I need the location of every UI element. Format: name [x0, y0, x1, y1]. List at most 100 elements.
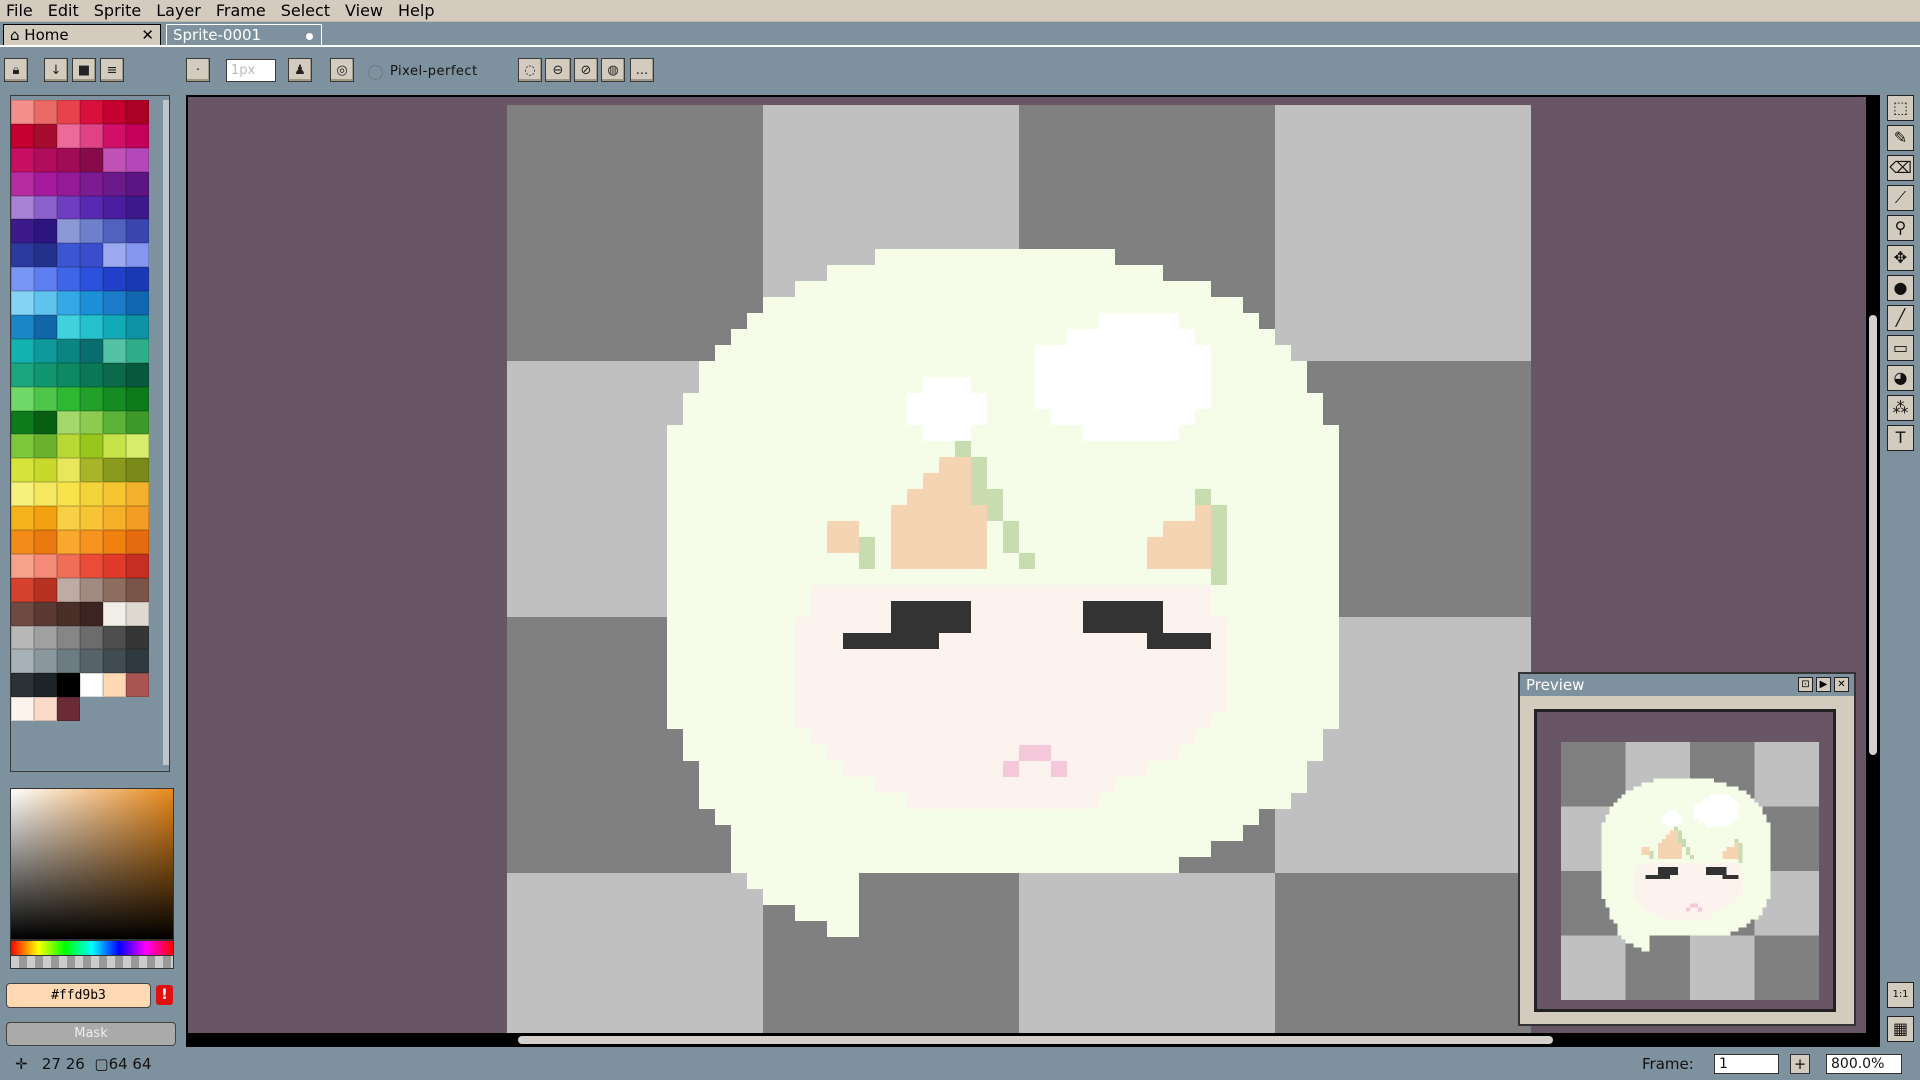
- palette-swatch[interactable]: [57, 291, 80, 316]
- symmetry-icon[interactable]: ◎: [330, 58, 354, 82]
- frame-input[interactable]: 1: [1714, 1054, 1779, 1074]
- palette-swatch[interactable]: [103, 362, 126, 387]
- sprite-canvas[interactable]: [507, 105, 1531, 1037]
- palette-swatch[interactable]: [80, 410, 103, 435]
- palette-swatch[interactable]: [80, 219, 103, 244]
- warning-icon[interactable]: !: [156, 985, 173, 1005]
- palette-swatch[interactable]: [80, 362, 103, 387]
- vertical-scroll-thumb[interactable]: [1869, 315, 1877, 755]
- mask-button[interactable]: Mask: [6, 1022, 176, 1046]
- palette-swatch[interactable]: [126, 338, 149, 363]
- palette-swatch[interactable]: [126, 315, 149, 339]
- palette-swatch[interactable]: [103, 649, 126, 674]
- menu-edit[interactable]: Edit: [42, 0, 88, 21]
- palette-swatch[interactable]: [34, 291, 57, 316]
- palette-swatch[interactable]: [126, 482, 149, 507]
- palette-swatch[interactable]: [57, 315, 80, 339]
- palette-swatch[interactable]: [34, 601, 57, 626]
- palette-swatch[interactable]: [11, 338, 34, 363]
- menu-file[interactable]: File: [0, 0, 42, 21]
- palette-swatch[interactable]: [126, 362, 149, 387]
- palette-swatch[interactable]: [34, 267, 57, 292]
- palette-swatch[interactable]: [80, 171, 103, 196]
- tab-sprite[interactable]: Sprite-0001: [166, 24, 322, 45]
- palette-swatch[interactable]: [103, 291, 126, 316]
- text-icon[interactable]: T: [1887, 425, 1914, 451]
- palette-swatch[interactable]: [57, 147, 80, 172]
- palette-swatch[interactable]: [80, 601, 103, 626]
- eyedropper-icon[interactable]: ⟋: [1887, 185, 1914, 211]
- modified-dot-icon[interactable]: [306, 33, 313, 40]
- palette-swatch[interactable]: [57, 482, 80, 507]
- stabilizer-icon[interactable]: ⊖: [545, 58, 571, 82]
- palette-swatch[interactable]: [11, 601, 34, 626]
- palette-swatch[interactable]: [34, 315, 57, 339]
- palette-swatch[interactable]: [126, 291, 149, 316]
- palette-swatch[interactable]: [103, 673, 126, 698]
- palette-swatch[interactable]: [126, 434, 149, 459]
- palette-swatch[interactable]: [34, 577, 57, 602]
- palette-swatch[interactable]: [11, 171, 34, 196]
- palette-swatch[interactable]: [126, 530, 149, 554]
- palette-swatch[interactable]: [80, 553, 103, 578]
- palette-swatch[interactable]: [34, 123, 57, 148]
- palette-swatch[interactable]: [80, 100, 103, 124]
- ink-icon[interactable]: ♟: [288, 58, 312, 82]
- menu-frame[interactable]: Frame: [210, 0, 275, 21]
- palette-swatch[interactable]: [57, 697, 80, 722]
- palette-swatch[interactable]: [11, 147, 34, 172]
- palette-swatch[interactable]: [126, 147, 149, 172]
- add-frame-icon[interactable]: +: [1790, 1054, 1810, 1074]
- palette-swatch[interactable]: [103, 553, 126, 578]
- palette-swatch[interactable]: [80, 673, 103, 698]
- palette-swatch[interactable]: [126, 100, 149, 124]
- rect-icon[interactable]: ▭: [1887, 335, 1914, 361]
- brush-shape-icon[interactable]: ·: [186, 58, 210, 82]
- hex-color-field[interactable]: #ffd9b3: [6, 983, 151, 1008]
- palette-swatch[interactable]: [34, 386, 57, 411]
- palette-swatch[interactable]: [103, 171, 126, 196]
- tab-home[interactable]: ⌂ Home ✕: [3, 24, 161, 45]
- palette-swatch[interactable]: [103, 219, 126, 244]
- palette-swatch[interactable]: [34, 649, 57, 674]
- preview-center-icon[interactable]: ⊡: [1798, 677, 1813, 692]
- palette-swatch[interactable]: [57, 386, 80, 411]
- palette-swatch[interactable]: [126, 577, 149, 602]
- gradient-icon[interactable]: ⊘: [574, 58, 598, 82]
- palette-swatch[interactable]: [80, 123, 103, 148]
- lock-icon[interactable]: 🔒︎: [4, 58, 28, 82]
- eraser-icon[interactable]: ⌫: [1887, 155, 1914, 181]
- brush-size-input[interactable]: 1px: [226, 59, 276, 82]
- dynamics-icon[interactable]: ◌: [518, 58, 542, 82]
- palette-swatch[interactable]: [103, 100, 126, 124]
- palette-swatch[interactable]: [34, 410, 57, 435]
- palette-swatch[interactable]: [57, 601, 80, 626]
- palette-swatch[interactable]: [103, 147, 126, 172]
- palette-swatch[interactable]: [11, 410, 34, 435]
- palette-swatch[interactable]: [80, 195, 103, 220]
- palette-swatch[interactable]: [11, 434, 34, 459]
- palette-swatch[interactable]: [126, 386, 149, 411]
- preview-play-icon[interactable]: ▶: [1816, 677, 1831, 692]
- palette-swatch[interactable]: [80, 625, 103, 650]
- vertical-scrollbar[interactable]: [1866, 95, 1880, 1035]
- palette-swatch[interactable]: [80, 434, 103, 459]
- palette-swatch[interactable]: [11, 506, 34, 531]
- palette-swatch[interactable]: [80, 315, 103, 339]
- palette-swatch[interactable]: [126, 219, 149, 244]
- palette-swatch[interactable]: [11, 100, 34, 124]
- actual-size-icon[interactable]: 1:1: [1887, 982, 1914, 1008]
- palette-swatch[interactable]: [34, 458, 57, 483]
- palette-swatch[interactable]: [126, 673, 149, 698]
- palette-swatch[interactable]: [11, 243, 34, 268]
- fill-icon[interactable]: ●: [1887, 275, 1914, 301]
- palette-swatch[interactable]: [57, 123, 80, 148]
- layer-square-icon[interactable]: ■: [72, 58, 96, 82]
- palette-swatch[interactable]: [80, 386, 103, 411]
- palette-swatch[interactable]: [126, 553, 149, 578]
- alpha-slider[interactable]: [10, 955, 174, 969]
- palette-swatch[interactable]: [34, 243, 57, 268]
- zoom-input[interactable]: 800.0%: [1826, 1054, 1902, 1074]
- menu-view[interactable]: View: [339, 0, 392, 21]
- palette-swatch[interactable]: [57, 530, 80, 554]
